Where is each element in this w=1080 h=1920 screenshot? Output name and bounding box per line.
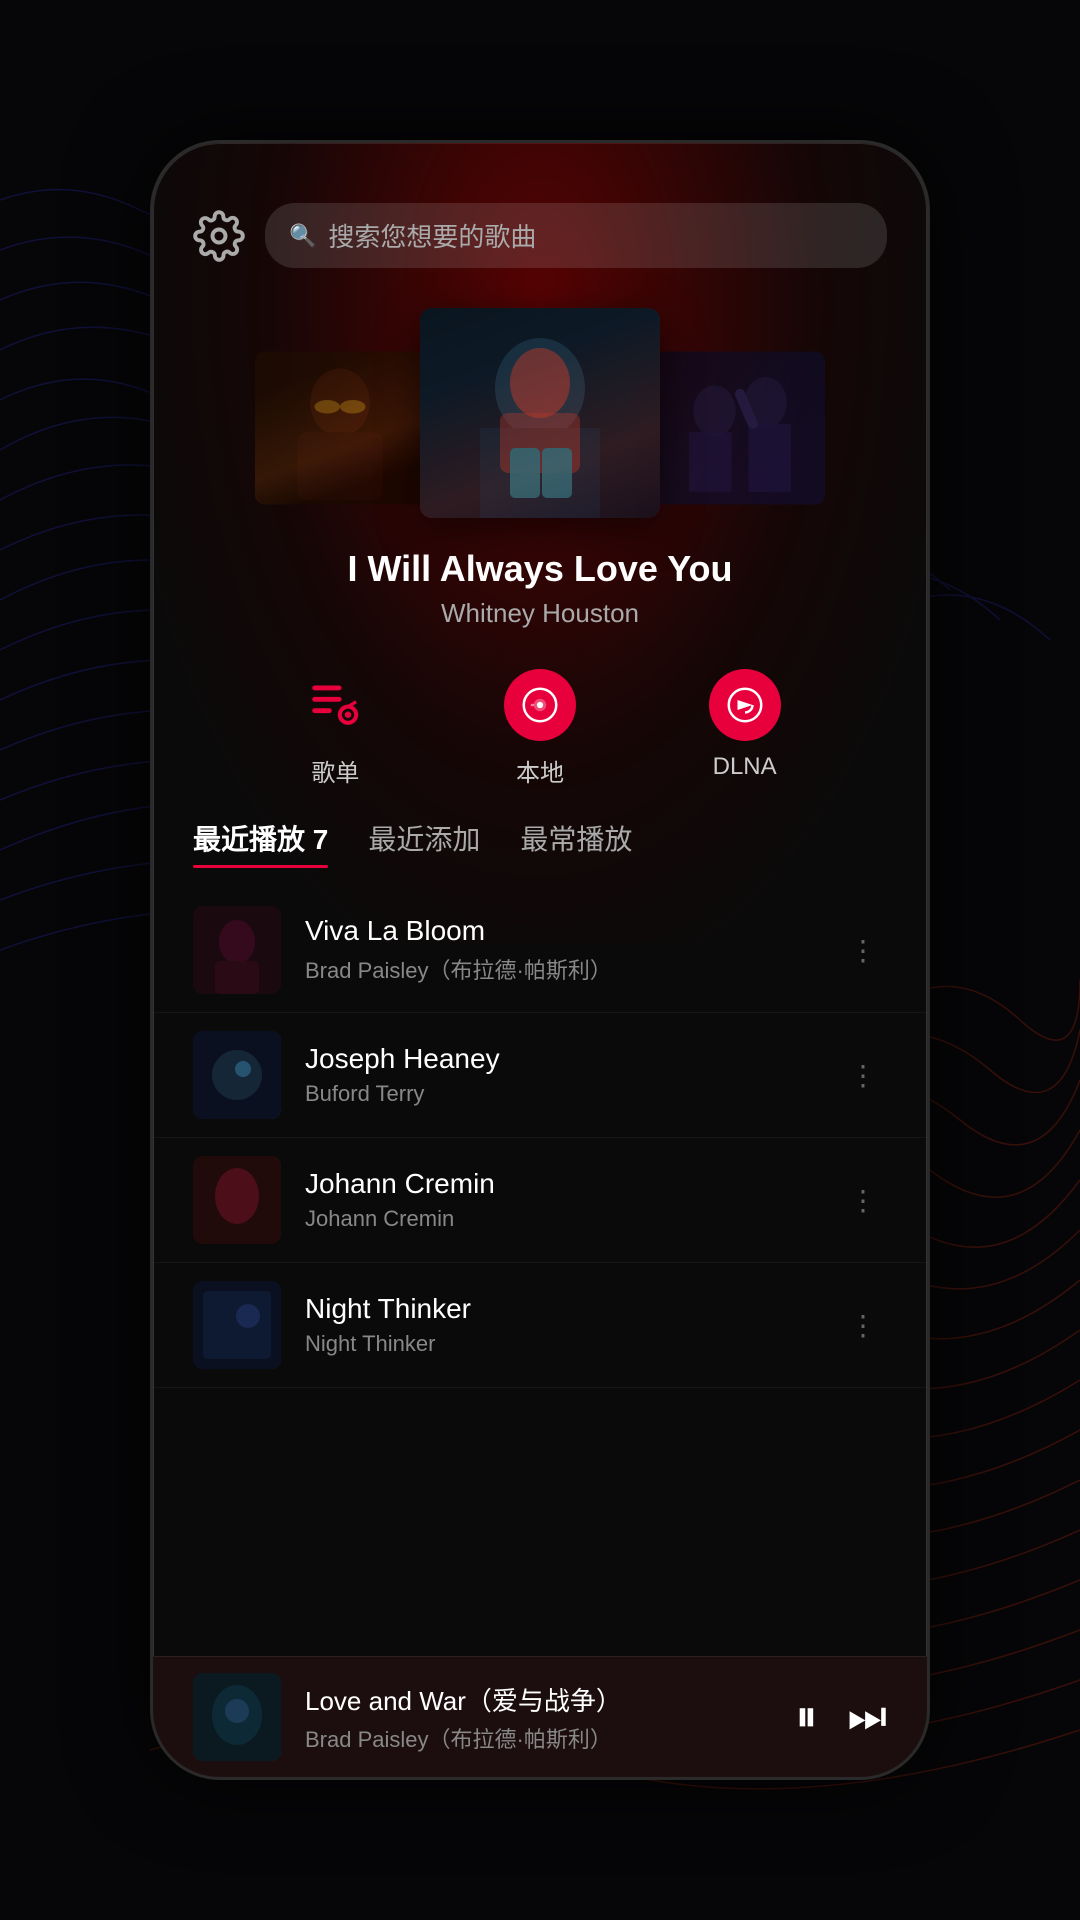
next-button[interactable]: ⏭: [847, 1692, 887, 1742]
np-controls: ⏸ ⏭: [795, 1692, 887, 1742]
tab-most[interactable]: 最常播放: [520, 818, 632, 868]
settings-icon[interactable]: [193, 210, 245, 262]
song-info-4: Night Thinker Night Thinker: [305, 1293, 815, 1357]
list-item[interactable]: Night Thinker Night Thinker ⋮: [153, 1263, 927, 1388]
song-artist-1: Brad Paisley（布拉德·帕斯利）: [305, 953, 815, 985]
nav-dlna[interactable]: DLNA: [709, 669, 781, 788]
song-thumb-4: [193, 1281, 281, 1369]
search-icon: 🔍: [289, 223, 316, 249]
search-placeholder: 搜索您想要的歌曲: [328, 217, 536, 254]
local-icon: [504, 669, 576, 741]
song-artist: Whitney Houston: [193, 598, 887, 629]
nav-playlist[interactable]: 歌单: [299, 669, 371, 788]
song-thumb-3: [193, 1156, 281, 1244]
album-carousel: [153, 288, 927, 528]
song-info: I Will Always Love You Whitney Houston: [153, 528, 927, 639]
nav-local[interactable]: 本地: [504, 669, 576, 788]
np-artist: Brad Paisley（布拉德·帕斯利）: [305, 1722, 771, 1754]
playlist-label: 歌单: [311, 753, 359, 788]
song-name-1: Viva La Bloom: [305, 915, 815, 947]
more-btn-2[interactable]: ⋮: [839, 1049, 887, 1102]
song-name-3: Johann Cremin: [305, 1168, 815, 1200]
more-btn-3[interactable]: ⋮: [839, 1174, 887, 1227]
dlna-icon: [709, 669, 781, 741]
album-card-center[interactable]: [420, 308, 660, 518]
tabs: 最近播放 7 最近添加 最常播放: [153, 818, 927, 888]
song-info-2: Joseph Heaney Buford Terry: [305, 1043, 815, 1107]
phone-device: 🔍 搜索您想要的歌曲: [150, 140, 930, 1780]
more-btn-4[interactable]: ⋮: [839, 1299, 887, 1352]
tab-recent[interactable]: 最近播放 7: [193, 818, 328, 868]
nav-icons: 歌单 本地: [153, 639, 927, 818]
now-playing-bar: Love and War（爱与战争） Brad Paisley（布拉德·帕斯利）…: [153, 1656, 927, 1777]
header: 🔍 搜索您想要的歌曲: [153, 143, 927, 288]
np-title: Love and War（爱与战争）: [305, 1681, 771, 1718]
list-item[interactable]: Viva La Bloom Brad Paisley（布拉德·帕斯利） ⋮: [153, 888, 927, 1013]
song-thumb-1: [193, 906, 281, 994]
list-item[interactable]: Johann Cremin Johann Cremin ⋮: [153, 1138, 927, 1263]
list-item[interactable]: Joseph Heaney Buford Terry ⋮: [153, 1013, 927, 1138]
local-label: 本地: [516, 753, 564, 788]
np-info: Love and War（爱与战争） Brad Paisley（布拉德·帕斯利）: [305, 1681, 771, 1754]
phone-content: 🔍 搜索您想要的歌曲: [153, 143, 927, 1777]
album-img-left: [255, 352, 425, 505]
album-img-center: [420, 308, 660, 518]
playlist-icon: [299, 669, 371, 741]
song-name-2: Joseph Heaney: [305, 1043, 815, 1075]
song-info-1: Viva La Bloom Brad Paisley（布拉德·帕斯利）: [305, 915, 815, 985]
song-list: Viva La Bloom Brad Paisley（布拉德·帕斯利） ⋮ Jo…: [153, 888, 927, 1656]
song-info-3: Johann Cremin Johann Cremin: [305, 1168, 815, 1232]
more-btn-1[interactable]: ⋮: [839, 924, 887, 977]
song-artist-2: Buford Terry: [305, 1081, 815, 1107]
np-thumbnail: [193, 1673, 281, 1761]
song-artist-3: Johann Cremin: [305, 1206, 815, 1232]
album-card-right[interactable]: [655, 352, 825, 505]
tab-new[interactable]: 最近添加: [368, 818, 480, 868]
album-img-right: [655, 352, 825, 505]
dlna-label: DLNA: [713, 753, 777, 781]
song-artist-4: Night Thinker: [305, 1331, 815, 1357]
song-thumb-2: [193, 1031, 281, 1119]
song-title: I Will Always Love You: [193, 548, 887, 590]
search-bar[interactable]: 🔍 搜索您想要的歌曲: [265, 203, 887, 268]
album-card-left[interactable]: [255, 352, 425, 505]
song-name-4: Night Thinker: [305, 1293, 815, 1325]
pause-button[interactable]: ⏸: [795, 1692, 817, 1742]
